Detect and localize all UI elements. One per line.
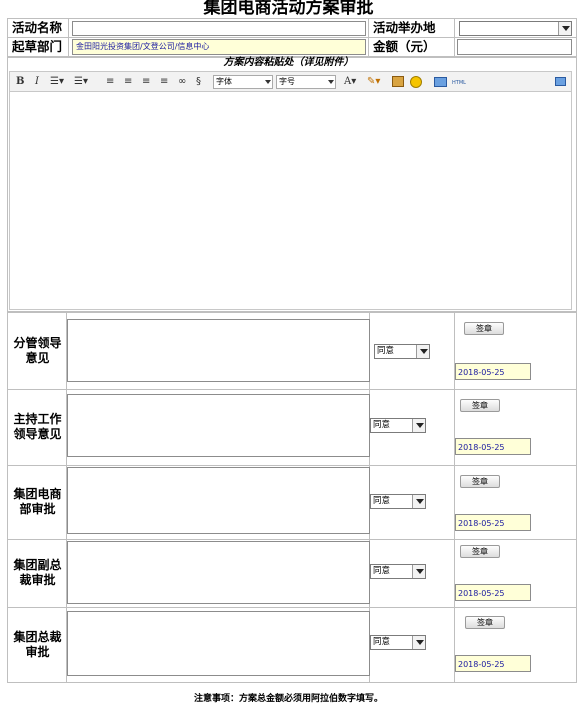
approval-decision-value: 同意 — [373, 420, 391, 430]
header-col-divider-3 — [454, 18, 455, 57]
approval-decision-select[interactable]: 同意 — [370, 418, 426, 433]
chevron-down-icon — [558, 22, 571, 35]
chevron-down-icon — [265, 80, 271, 84]
approval-label: 集团总裁审批 — [13, 629, 62, 659]
header-col-divider-2 — [368, 18, 369, 57]
align-left-icon[interactable]: ≡ — [106, 75, 114, 88]
approval-opinion-textarea[interactable] — [67, 467, 370, 534]
page-title: 集团电商活动方案审批 — [203, 0, 374, 18]
approval-opinion-textarea[interactable] — [67, 394, 370, 457]
editor-toolbar: B I ☰▾ ☰▾ ≡ ≡ ≡ ≡ ∞ § 字体 字号 A▾ ✎▾ HTML — [9, 71, 572, 92]
chevron-down-icon — [412, 495, 425, 508]
approval-opinion-textarea[interactable] — [67, 541, 370, 604]
approval-date-field[interactable]: 2018-05-25 — [455, 438, 531, 455]
approval-decision-select[interactable]: 同意 — [374, 344, 430, 359]
approval-label: 分管领导意见 — [13, 335, 62, 365]
html-icon[interactable]: HTML — [452, 77, 466, 90]
align-center-icon[interactable]: ≡ — [124, 75, 132, 88]
font-family-select[interactable]: 字体 — [213, 75, 273, 89]
header-col-divider — [68, 18, 69, 57]
notice-text: 注意事项：方案总金额必须用阿拉伯数字填写。 — [193, 694, 383, 704]
italic-icon[interactable]: I — [35, 75, 39, 88]
approval-label: 主持工作领导意见 — [13, 412, 62, 441]
approval-date-field[interactable]: 2018-05-25 — [455, 584, 531, 601]
activity-name-label: 活动名称 — [12, 20, 63, 35]
font-size-select[interactable]: 字号 — [276, 75, 336, 89]
unlink-icon[interactable]: § — [196, 75, 201, 88]
chevron-down-icon — [412, 419, 425, 432]
approval-date-field[interactable]: 2018-05-25 — [455, 514, 531, 531]
approval-date-field[interactable]: 2018-05-25 — [455, 655, 531, 672]
align-justify-icon[interactable]: ≡ — [160, 75, 168, 88]
approval-label: 集团电商部审批 — [13, 487, 62, 516]
sign-button[interactable]: 签章 — [460, 545, 500, 558]
link-icon[interactable]: ∞ — [178, 75, 186, 88]
editor-section-label: 方案内容粘贴处（详见附件） — [223, 57, 354, 68]
dept-field[interactable]: 金田阳光投资集团/文登公司/信息中心 — [72, 39, 366, 55]
location-select[interactable] — [459, 21, 572, 36]
ordered-list-icon[interactable]: ☰▾ — [50, 75, 64, 88]
font-size-value: 字号 — [279, 77, 295, 86]
header-divider — [7, 37, 577, 38]
align-right-icon[interactable]: ≡ — [142, 75, 150, 88]
location-label: 活动举办地 — [373, 20, 436, 35]
chevron-down-icon — [328, 80, 334, 84]
approval-decision-value: 同意 — [377, 346, 395, 356]
sign-button[interactable]: 签章 — [464, 322, 504, 335]
chevron-down-icon — [412, 636, 425, 649]
emoticon-icon[interactable] — [410, 76, 422, 88]
approval-decision-value: 同意 — [373, 637, 391, 647]
unordered-list-icon[interactable]: ☰▾ — [74, 75, 88, 88]
approval-date-field[interactable]: 2018-05-25 — [455, 363, 531, 380]
table-icon[interactable] — [434, 77, 447, 87]
editor-content-area[interactable] — [9, 92, 572, 310]
sign-button[interactable]: 签章 — [460, 475, 500, 488]
image-icon[interactable] — [392, 76, 404, 87]
approval-decision-value: 同意 — [373, 496, 391, 506]
chevron-down-icon — [412, 565, 425, 578]
font-family-value: 字体 — [216, 77, 232, 86]
sign-button[interactable]: 签章 — [465, 616, 505, 629]
amount-input[interactable] — [457, 39, 572, 55]
chevron-down-icon — [416, 345, 429, 358]
activity-name-input[interactable] — [72, 21, 366, 36]
highlight-icon[interactable]: ✎▾ — [367, 75, 380, 88]
amount-label: 金额（元） — [373, 39, 436, 54]
approval-label: 集团副总裁审批 — [13, 558, 62, 587]
bold-icon[interactable]: B — [16, 75, 24, 88]
fullscreen-icon[interactable] — [555, 77, 566, 86]
approval-opinion-textarea[interactable] — [67, 319, 370, 382]
approval-opinion-textarea[interactable] — [67, 611, 370, 676]
font-color-icon[interactable]: A▾ — [344, 75, 356, 88]
approval-decision-select[interactable]: 同意 — [370, 564, 426, 579]
approval-decision-select[interactable]: 同意 — [370, 635, 426, 650]
sign-button[interactable]: 签章 — [460, 399, 500, 412]
approval-decision-select[interactable]: 同意 — [370, 494, 426, 509]
approval-decision-value: 同意 — [373, 566, 391, 576]
dept-label: 起草部门 — [12, 39, 63, 54]
